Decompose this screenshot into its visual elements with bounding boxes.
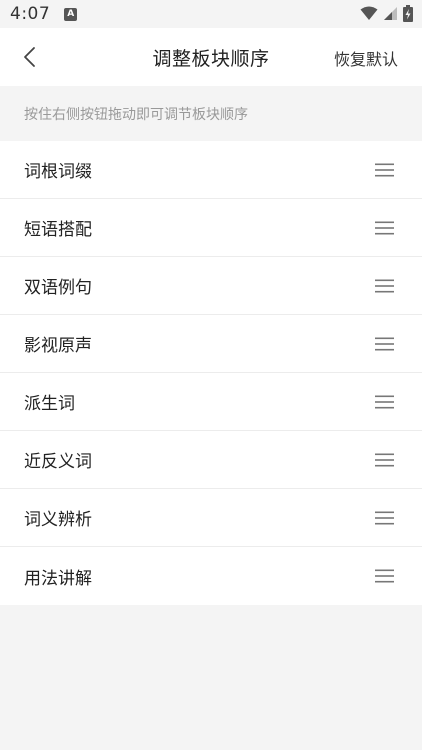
hint-bar: 按住右侧按钮拖动即可调节板块顺序 [0,86,422,141]
status-bar: 4:07 A [0,0,422,28]
app-header: 调整板块顺序 恢复默认 [0,28,422,86]
section-label: 近反义词 [24,452,92,472]
list-item: 近反义词 [0,431,422,489]
drag-handle-icon[interactable] [374,336,394,352]
list-item: 派生词 [0,373,422,431]
chevron-left-icon [24,47,35,67]
drag-handle-icon[interactable] [374,510,394,526]
list-item: 用法讲解 [0,547,422,605]
section-label: 词义辨析 [24,510,92,530]
reset-default-button[interactable]: 恢复默认 [334,46,398,70]
status-icons [360,5,413,26]
drag-handle-icon[interactable] [374,220,394,236]
page-title: 调整板块顺序 [152,47,270,70]
status-time: 4:07 [10,4,51,24]
list-item: 短语搭配 [0,199,422,257]
drag-handle-icon[interactable] [374,278,394,294]
list-item: 影视原声 [0,315,422,373]
drag-handle-icon[interactable] [374,394,394,410]
section-label: 用法讲解 [24,568,92,589]
wifi-icon [360,6,378,25]
app-notification-icon: A [64,7,78,21]
section-label: 词根词缀 [24,162,92,182]
section-list: 词根词缀 短语搭配 双语例句 影视原声 派生词 近反义词 词义辨析 用法讲解 [0,141,422,605]
drag-handle-icon[interactable] [374,162,394,178]
section-label: 短语搭配 [24,220,92,240]
battery-icon [403,5,413,26]
section-label: 影视原声 [24,336,92,356]
section-label: 派生词 [24,394,75,414]
signal-icon [383,6,398,25]
section-label: 双语例句 [24,278,92,298]
back-button[interactable] [14,42,44,72]
list-item: 词义辨析 [0,489,422,547]
hint-text: 按住右侧按钮拖动即可调节板块顺序 [24,106,248,123]
list-item: 双语例句 [0,257,422,315]
drag-handle-icon[interactable] [374,568,394,584]
drag-handle-icon[interactable] [374,452,394,468]
list-item: 词根词缀 [0,141,422,199]
